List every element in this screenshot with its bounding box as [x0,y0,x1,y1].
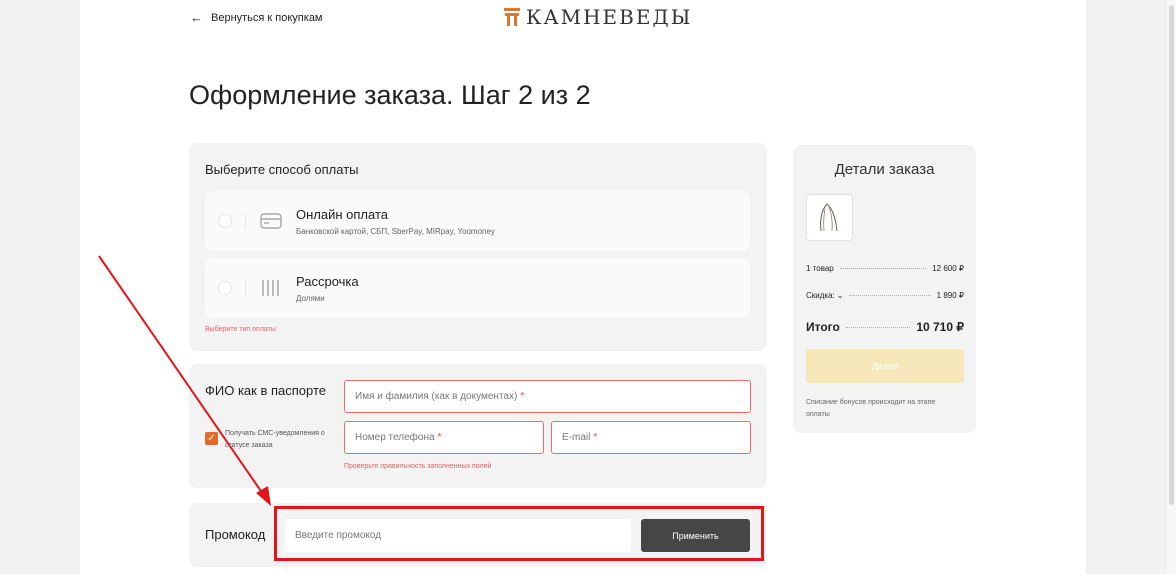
name-field[interactable]: Имя и фамилия (как в документах) * [344,380,751,413]
required-mark: * [437,432,442,443]
product-image [820,203,838,232]
email-field[interactable]: E-mail * [551,421,751,454]
arrow-left-icon: ← [190,10,203,25]
name-placeholder: Имя и фамилия (как в документах) [355,391,518,402]
product-thumbnail[interactable] [806,194,853,241]
promo-title: Промокод [205,527,266,542]
option-description: Долями [296,294,325,303]
radio-online[interactable] [218,214,232,228]
dotted-leader [845,326,911,328]
sms-label: Получать СМС-уведомления о статусе заказ… [225,430,325,449]
total-label: Итого [806,320,840,334]
annotation-highlight-box [274,506,764,561]
total-value: 10 710 ₽ [916,320,964,334]
discount-row[interactable]: Скидка: ⌄ 1 890 ₽ [806,291,964,300]
logo-text: КАМНЕВЕДЫ [526,5,693,29]
divider [245,213,246,229]
option-name: Рассрочка [296,274,359,289]
scrollbar-thumb[interactable] [1169,5,1174,505]
option-description: Банковской картой, СБП, SberPay, MIRpay,… [296,227,495,236]
option-name: Онлайн оплата [296,207,388,222]
checkmark-icon[interactable]: ✓ [205,432,218,445]
contacts-section: ФИО как в паспорте ✓ Получать СМС-уведом… [189,364,767,488]
total-row: Итого 10 710 ₽ [806,320,964,334]
required-mark: * [520,391,525,402]
payment-option-installments[interactable]: Рассрочка Долями [205,258,750,318]
items-value: 12 600 ₽ [932,264,964,273]
chevron-down-icon[interactable]: ⌄ [837,291,844,300]
logo-mark-icon [504,8,520,26]
payment-error: Выберите тип оплаты [205,326,276,333]
contacts-title: ФИО как в паспорте [205,383,326,398]
phone-placeholder: Номер телефона [355,432,435,443]
back-label: Вернуться к покупкам [211,11,323,24]
items-row: 1 товар 12 600 ₽ [806,264,964,273]
contacts-error: Проверьте правильность заполненных полей [344,463,492,470]
payment-title: Выберите способ оплаты [205,162,359,177]
items-label: 1 товар [806,264,834,273]
back-to-shopping-link[interactable]: ← Вернуться к покупкам [190,10,323,25]
payment-option-online[interactable]: Онлайн оплата Банковской картой, СБП, Sb… [205,191,750,251]
page-title: Оформление заказа. Шаг 2 из 2 [189,80,591,110]
email-placeholder: E-mail [562,432,591,443]
bonus-note: Списание бонусов происходит на этапе опл… [806,399,936,418]
divider [245,280,246,296]
discount-label: Скидка: [806,291,835,300]
required-mark: * [593,432,598,443]
dotted-leader [849,295,931,296]
dotted-leader [839,268,927,269]
radio-installments[interactable] [218,281,232,295]
card-icon [260,213,282,229]
order-summary: Детали заказа 1 товар 12 600 ₽ Скидка: ⌄… [793,145,976,433]
sms-notifications-checkbox[interactable]: ✓ Получать СМС-уведомления о статусе зак… [205,428,335,452]
next-button[interactable]: Далее [806,349,964,383]
logo[interactable]: КАМНЕВЕДЫ [504,5,692,29]
payment-section: Выберите способ оплаты Онлайн оплата Бан… [189,143,767,351]
bars-icon [262,280,279,296]
phone-field[interactable]: Номер телефона * [344,421,544,454]
discount-value: 1 890 ₽ [936,291,964,300]
summary-title: Детали заказа [834,161,935,178]
